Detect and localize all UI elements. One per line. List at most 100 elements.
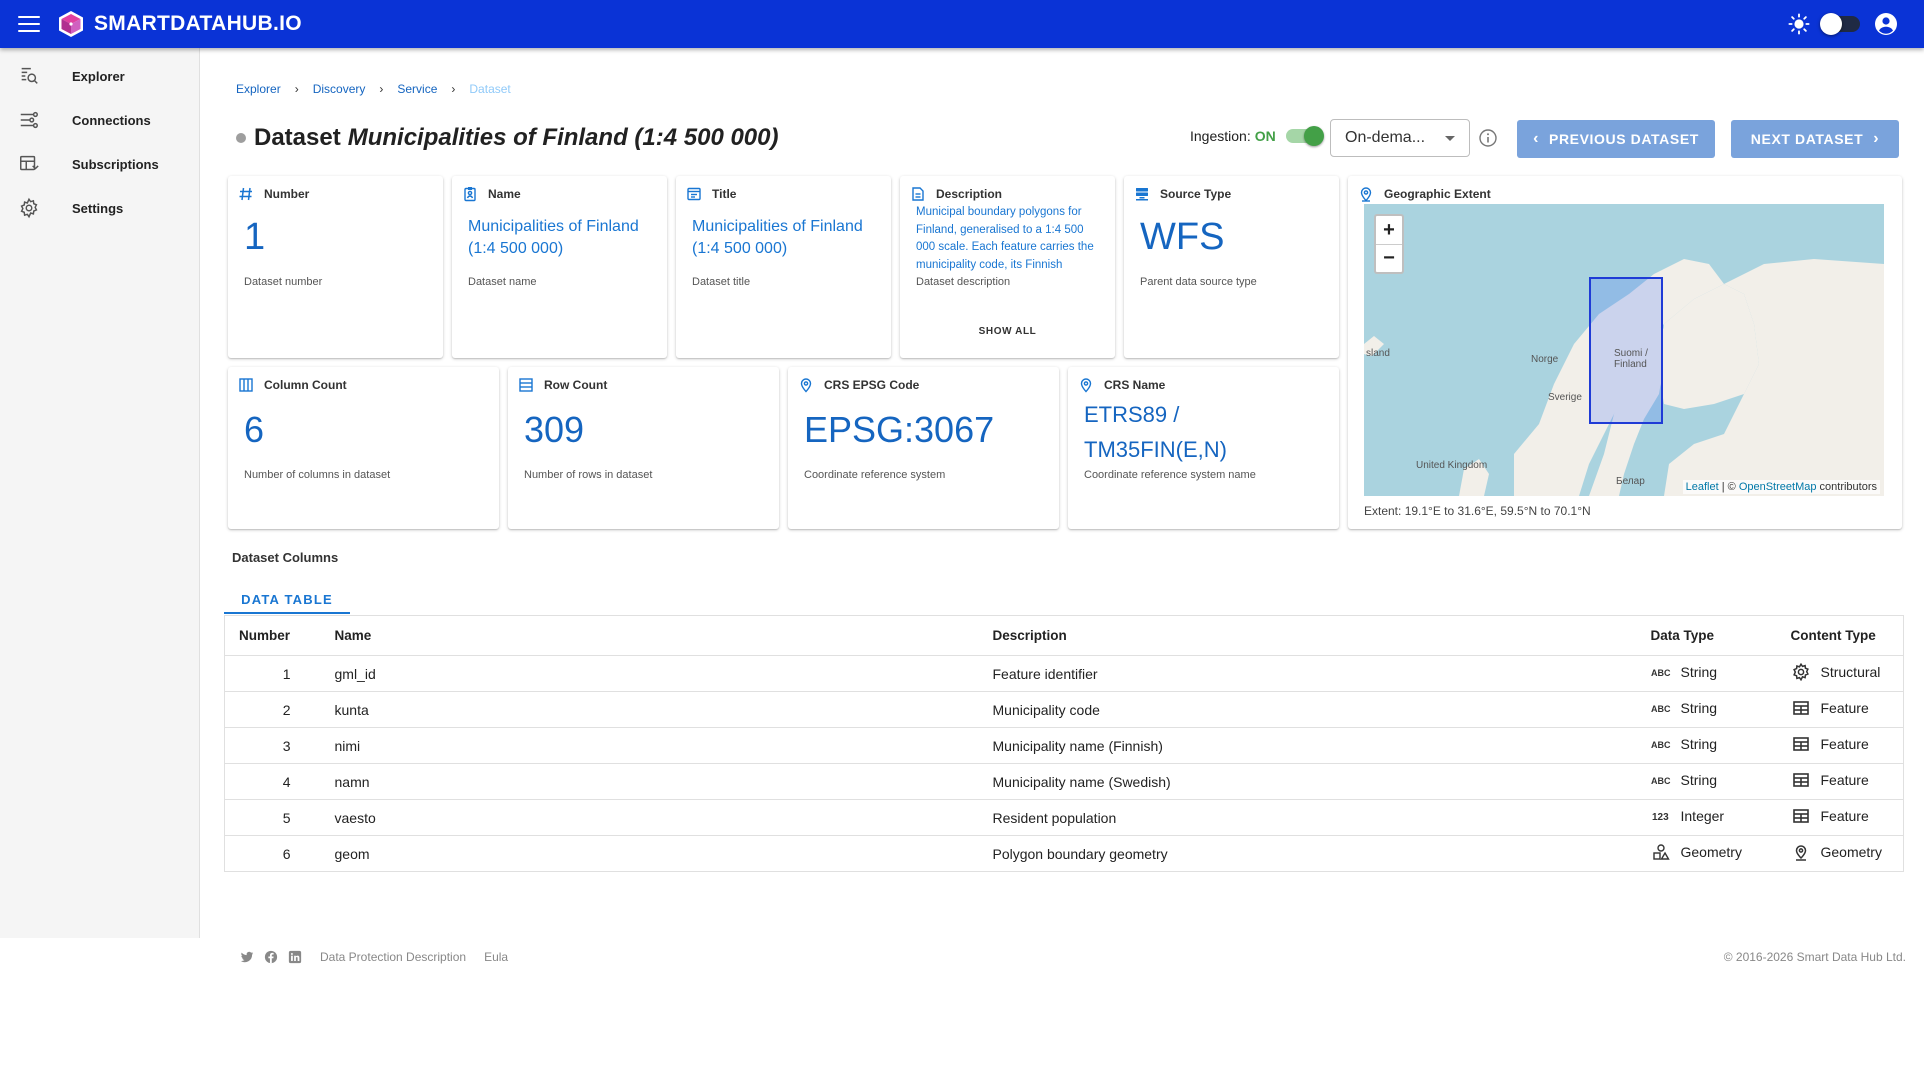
table-icon [1791, 771, 1821, 789]
card-value: EPSG:3067 [804, 409, 995, 450]
osm-link[interactable]: OpenStreetMap [1739, 481, 1817, 493]
card-source-type: Source Type WFS Parent data source type [1124, 176, 1339, 358]
cell-description: Municipality name (Finnish) [978, 727, 1637, 764]
header-name[interactable]: Name [320, 615, 979, 656]
ingestion-mode-select[interactable]: On-dema... [1330, 119, 1470, 157]
cell-name: nimi [320, 727, 979, 764]
cell-name: gml_id [320, 655, 979, 692]
footer: Data Protection Description Eula [240, 950, 508, 964]
theme-toggle[interactable] [1820, 13, 1860, 35]
map-label-finland: Suomi / Finland [1614, 348, 1648, 370]
dataset-name: Municipalities of Finland (1:4 500 000) [347, 124, 779, 151]
card-title: Title Municipalities of Finland (1:4 500… [676, 176, 891, 358]
breadcrumb-service[interactable]: Service [397, 82, 437, 96]
account-circle-icon[interactable] [1874, 12, 1898, 36]
breadcrumb-discovery[interactable]: Discovery [313, 82, 366, 96]
linkedin-icon[interactable] [288, 950, 302, 964]
menu-icon[interactable] [18, 16, 40, 32]
previous-dataset-button[interactable]: ‹ PREVIOUS DATASET [1517, 120, 1715, 158]
breadcrumb-explorer[interactable]: Explorer [236, 82, 281, 96]
abc-icon: ABC [1651, 771, 1681, 789]
card-value: Municipalities of Finland (1:4 500 000) [692, 218, 863, 257]
header-number[interactable]: Number [224, 615, 321, 656]
sun-icon[interactable] [1788, 13, 1810, 35]
card-value: ETRS89 / TM35FIN(E,N) [1084, 402, 1227, 462]
sidebar-item-explorer[interactable]: Explorer [0, 54, 199, 98]
table-row[interactable]: 3 nimi Municipality name (Finnish) ABC Strin… [224, 727, 1904, 764]
table-icon [1791, 735, 1821, 753]
title-prefix: Dataset [254, 124, 341, 151]
svg-text:ABC: ABC [1651, 704, 1671, 714]
info-icon[interactable] [1478, 128, 1498, 148]
cell-content-type: Feature [1776, 799, 1904, 836]
shapes-icon [1651, 843, 1681, 861]
ingestion-label: Ingestion: [1190, 128, 1251, 144]
table-row[interactable]: 1 gml_id Feature identifier ABC String Struct… [224, 655, 1904, 692]
table-row[interactable]: 6 geom Polygon boundary geometry Geometry Ge… [224, 835, 1904, 872]
brand-name[interactable]: SMARTDATAHUB.IO [94, 12, 302, 36]
card-header: Row Count [518, 377, 607, 393]
header-description[interactable]: Description [978, 615, 1637, 656]
cell-content-type: Feature [1776, 691, 1904, 728]
card-header: Source Type [1134, 186, 1231, 202]
card-subtitle: Coordinate reference system name [1084, 469, 1256, 481]
next-dataset-label: NEXT DATASET [1750, 131, 1864, 147]
chevron-right-icon: › [379, 82, 384, 96]
card-header: CRS EPSG Code [798, 377, 919, 393]
extent-map[interactable]: sland Norge Suomi / Finland Sverige Unite… [1364, 204, 1884, 496]
location-icon [800, 378, 812, 393]
columns-icon [239, 378, 253, 392]
breadcrumb: Explorer › Discovery › Service › Dataset [236, 82, 511, 96]
dropdown-arrow-icon [1445, 136, 1455, 141]
search-data-icon [21, 67, 38, 84]
data-protection-link[interactable]: Data Protection Description [320, 950, 466, 964]
cell-data-type: 123 Integer [1636, 799, 1777, 836]
eula-link[interactable]: Eula [484, 950, 508, 964]
ingestion-toggle[interactable] [1285, 126, 1324, 146]
card-subtitle: Dataset title [692, 276, 751, 288]
card-crs-name: CRS Name ETRS89 / TM35FIN(E,N) Coordinat… [1068, 367, 1339, 529]
card-value: WFS [1140, 216, 1225, 258]
svg-text:ABC: ABC [1651, 668, 1671, 678]
table-row[interactable]: 4 namn Municipality name (Swedish) ABC Strin… [224, 763, 1904, 800]
twitter-icon[interactable] [240, 950, 254, 964]
leaflet-link[interactable]: Leaflet [1686, 481, 1719, 493]
cell-number: 3 [224, 727, 321, 764]
app-bar: SMARTDATAHUB.IO [0, 0, 1924, 48]
sidebar-item-connections[interactable]: Connections [0, 98, 199, 142]
card-header: CRS Name [1078, 377, 1165, 393]
map-label-norway: Norge [1531, 354, 1559, 365]
table-row[interactable]: 5 vaesto Resident population 123 Integer Feat… [224, 799, 1904, 836]
sidebar-item-subscriptions[interactable]: Subscriptions [0, 142, 199, 186]
tab-data-table[interactable]: DATA TABLE [224, 586, 350, 614]
zoom-out-button[interactable]: − [1376, 244, 1402, 272]
map-tiles: sland Norge Suomi / Finland Sverige Unite… [1364, 259, 1884, 496]
zoom-in-button[interactable]: + [1376, 216, 1402, 244]
facebook-icon[interactable] [264, 950, 278, 964]
subscriptions-icon [20, 155, 39, 171]
show-all-button[interactable]: SHOW ALL [900, 326, 1115, 337]
abc-icon: ABC [1651, 735, 1681, 753]
previous-dataset-label: PREVIOUS DATASET [1549, 131, 1699, 147]
zoom-control: + − [1374, 214, 1404, 274]
table-row[interactable]: 2 kunta Municipality code ABC String Feature [224, 691, 1904, 728]
table-icon [1791, 807, 1821, 825]
cell-number: 5 [224, 799, 321, 836]
card-crs-epsg: CRS EPSG Code EPSG:3067 Coordinate refer… [788, 367, 1059, 529]
header-content-type[interactable]: Content Type [1776, 615, 1904, 656]
chevron-right-icon: › [294, 82, 299, 96]
chevron-right-icon: › [451, 82, 456, 96]
next-dataset-button[interactable]: NEXT DATASET › [1731, 120, 1899, 158]
table-icon [1791, 699, 1821, 717]
card-header: Geographic Extent [1358, 186, 1491, 202]
sidebar-item-settings[interactable]: Settings [0, 186, 199, 230]
cell-description: Municipality code [978, 691, 1637, 728]
connections-icon [20, 111, 38, 129]
cell-data-type: ABC String [1636, 727, 1777, 764]
header-data-type[interactable]: Data Type [1636, 615, 1777, 656]
table-header-row: Number Name Description Data Type Conten… [224, 615, 1904, 656]
map-label-sweden: Sverige [1548, 392, 1582, 403]
card-column-count: Column Count 6 Number of columns in data… [228, 367, 499, 529]
cell-data-type: ABC String [1636, 655, 1777, 692]
card-header: Number [238, 186, 309, 202]
